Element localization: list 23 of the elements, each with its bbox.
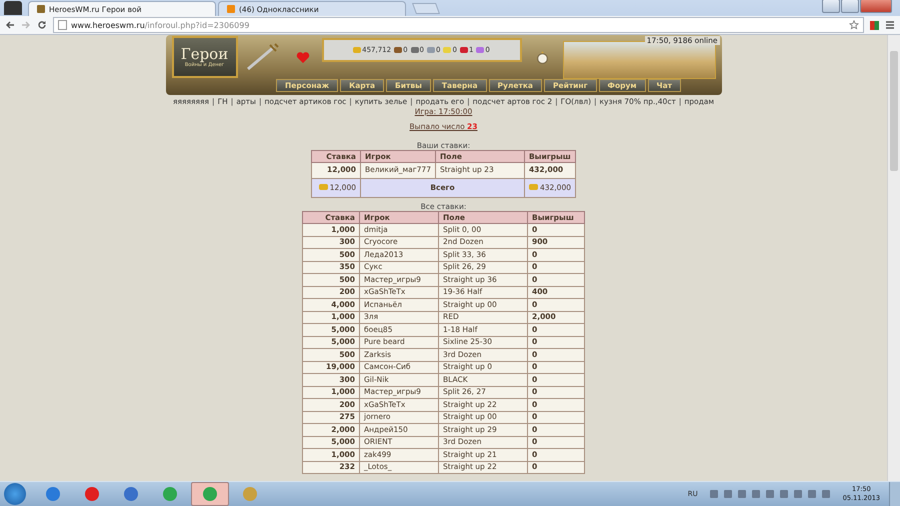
reload-icon[interactable] <box>37 20 47 30</box>
coin-icon <box>353 47 362 53</box>
scroll-thumb[interactable] <box>890 51 898 171</box>
close-button[interactable] <box>860 0 892 13</box>
logo-title: Герои <box>180 46 228 62</box>
profile-icon[interactable] <box>4 1 22 15</box>
address-bar[interactable]: www.heroeswm.ru/inforoul.php?id=2306099 <box>53 17 864 33</box>
scrollbar[interactable] <box>887 35 900 481</box>
back-icon[interactable] <box>5 20 15 30</box>
menu-icon[interactable] <box>885 20 895 30</box>
ring-icon[interactable] <box>536 50 548 64</box>
bookmark-star-icon[interactable] <box>849 20 859 30</box>
maximize-button[interactable] <box>841 0 859 13</box>
minimize-button[interactable] <box>822 0 840 13</box>
start-button[interactable] <box>4 483 26 505</box>
taskbar-app-button[interactable] <box>191 482 229 506</box>
forward-icon[interactable] <box>21 20 31 30</box>
new-tab-button[interactable] <box>412 3 440 14</box>
coin-icon <box>528 184 538 190</box>
heart-icon[interactable] <box>296 50 310 64</box>
show-desktop-button[interactable] <box>889 482 900 506</box>
coin-icon <box>318 184 328 190</box>
extension-icon[interactable] <box>870 20 879 30</box>
